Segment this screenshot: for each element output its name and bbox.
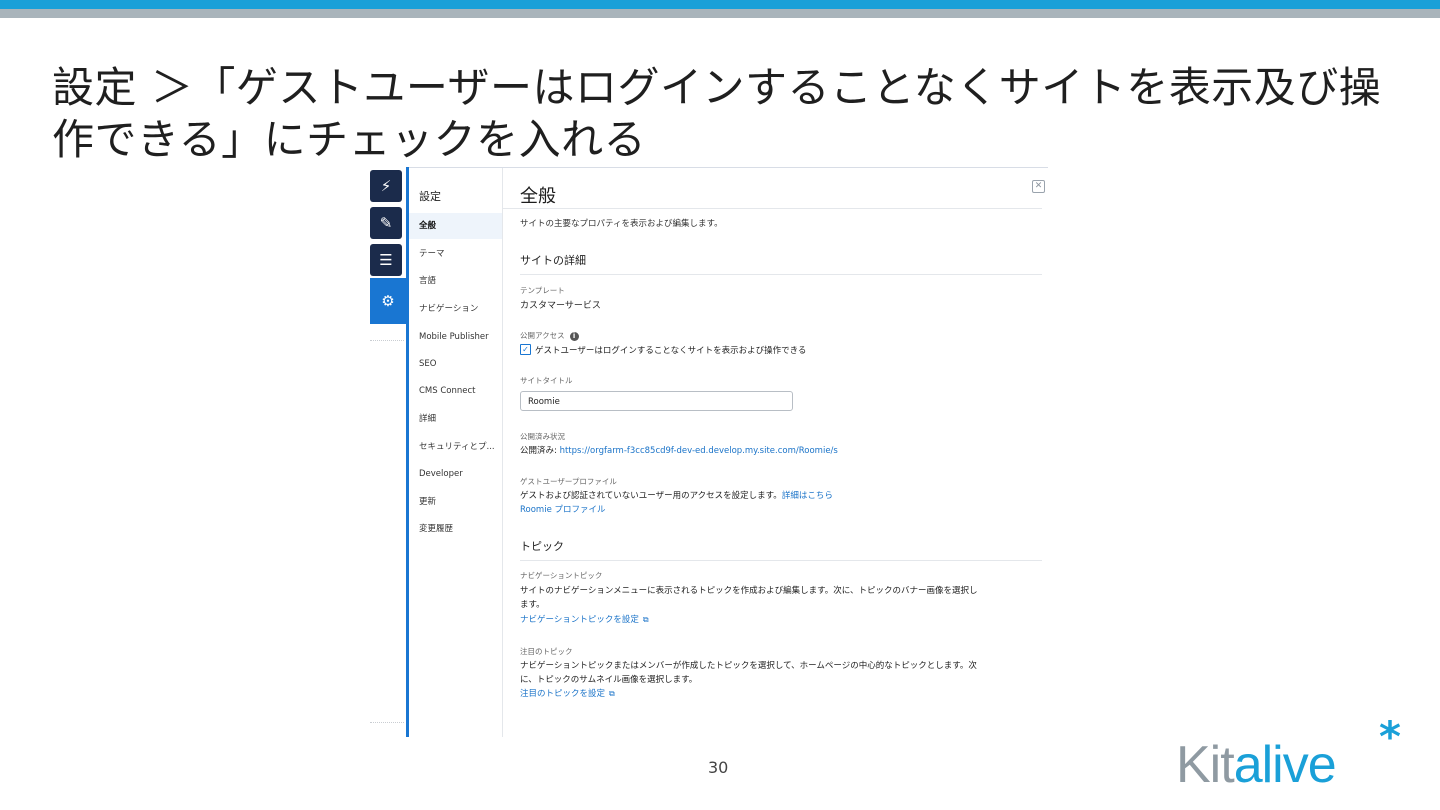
- guest-access-checkbox-label[interactable]: ゲストユーザーはログインすることなくサイトを表示および操作できる: [535, 344, 806, 356]
- nav-item-advanced[interactable]: 詳細: [409, 406, 502, 432]
- pages-icon[interactable]: ☰: [370, 244, 402, 276]
- template-value: カスタマーサービス: [520, 301, 601, 311]
- nav-item-language[interactable]: 言語: [409, 268, 502, 294]
- guest-profile-desc: ゲストおよび認証されていないユーザー用のアクセスを設定します。: [520, 491, 782, 501]
- nav-item-theme[interactable]: テーマ: [409, 241, 502, 267]
- logo-text-a: Kit: [1176, 736, 1235, 794]
- nav-item-updates[interactable]: 更新: [409, 489, 502, 515]
- slide-title: 設定 ＞「ゲストユーザーはログインすることなくサイトを表示及び操作できる」にチェ…: [52, 63, 1382, 164]
- template-label: テンプレート: [520, 286, 565, 295]
- topics-heading: トピック: [520, 540, 564, 553]
- nav-item-security[interactable]: セキュリティとプ...: [409, 434, 502, 460]
- nav-item-mobile-publisher[interactable]: Mobile Publisher: [409, 324, 502, 350]
- public-access-label-row: 公開アクセス i: [520, 330, 579, 341]
- content-title: 全般: [520, 186, 556, 207]
- top-secondary-bar: [0, 9, 1440, 18]
- settings-screenshot: ⚡ ✎ ☰ ⚙ 設定 全般 テーマ 言語 ナビゲーション Mobile Publ…: [368, 165, 1048, 737]
- external-link-icon: ⧉: [642, 615, 649, 624]
- general-settings-content: 全般 ✕ サイトの主要なプロパティを表示および編集します。 サイトの詳細 テンプ…: [502, 168, 1048, 737]
- rail-divider-bottom: [370, 722, 404, 723]
- guest-profile-desc-row: ゲストおよび認証されていないユーザー用のアクセスを設定します。詳細はこちら: [520, 489, 833, 501]
- nav-topics-desc-line1: サイトのナビゲーションメニューに表示されるトピックを作成および編集します。次に、…: [520, 586, 978, 596]
- close-icon[interactable]: ✕: [1032, 180, 1045, 193]
- topics-divider: [520, 560, 1042, 561]
- settings-nav: 設定 全般 テーマ 言語 ナビゲーション Mobile Publisher SE…: [409, 168, 503, 737]
- published-status-row: 公開済み: https://orgfarm-f3cc85cd9f-dev-ed.…: [520, 444, 838, 456]
- featured-topics-desc-line1: ナビゲーショントピックまたはメンバーが作成したトピックを選択して、ホームページの…: [520, 661, 977, 671]
- featured-topics-link[interactable]: 注目のトピックを設定: [520, 689, 605, 699]
- featured-topics-label: 注目のトピック: [520, 647, 573, 656]
- featured-topics-desc-line2: に、トピックのサムネイル画像を選択します。: [520, 675, 698, 685]
- published-url-link[interactable]: https://orgfarm-f3cc85cd9f-dev-ed.develo…: [560, 446, 838, 456]
- guest-profile-link[interactable]: Roomie プロファイル: [520, 503, 606, 515]
- kitalive-logo: Kitalive *: [1176, 716, 1426, 796]
- nav-topics-label: ナビゲーショントピック: [520, 571, 603, 580]
- top-accent-bar: [0, 0, 1440, 9]
- rail-divider: [370, 340, 404, 341]
- guest-profile-label: ゲストユーザープロファイル: [520, 477, 617, 486]
- general-description: サイトの主要なプロパティを表示および編集します。: [520, 219, 723, 229]
- logo-text-b: alive: [1233, 736, 1337, 794]
- nav-topics-link[interactable]: ナビゲーショントピックを設定: [520, 615, 639, 625]
- title-divider: [502, 208, 1042, 209]
- settings-nav-title: 設定: [419, 190, 441, 203]
- nav-item-seo[interactable]: SEO: [409, 351, 502, 377]
- builder-icon-rail: ⚡ ✎ ☰ ⚙: [368, 165, 408, 737]
- logo-wordmark: Kitalive: [1176, 736, 1337, 794]
- public-access-label: 公開アクセス: [520, 331, 565, 340]
- featured-topics-link-row[interactable]: 注目のトピックを設定 ⧉: [520, 687, 615, 699]
- nav-item-navigation[interactable]: ナビゲーション: [409, 296, 502, 322]
- published-prefix: 公開済み:: [520, 446, 560, 456]
- nav-item-history[interactable]: 変更履歴: [409, 516, 502, 542]
- lightning-icon[interactable]: ⚡: [370, 170, 402, 202]
- nav-item-developer[interactable]: Developer: [409, 461, 502, 487]
- site-details-divider: [520, 274, 1042, 275]
- site-details-heading: サイトの詳細: [520, 254, 586, 267]
- site-title-input[interactable]: Roomie: [520, 391, 793, 411]
- brush-icon[interactable]: ✎: [370, 207, 402, 239]
- external-link-icon: ⧉: [609, 689, 615, 698]
- nav-item-cms-connect[interactable]: CMS Connect: [409, 378, 502, 404]
- guest-access-checkbox[interactable]: ✓: [520, 344, 531, 355]
- learn-more-link[interactable]: 詳細はこちら: [782, 491, 833, 501]
- info-icon[interactable]: i: [569, 331, 579, 341]
- site-title-label: サイトタイトル: [520, 376, 573, 385]
- published-status-label: 公開済み状況: [520, 432, 565, 441]
- nav-item-general[interactable]: 全般: [409, 213, 502, 239]
- nav-topics-link-row[interactable]: ナビゲーショントピックを設定 ⧉: [520, 613, 649, 625]
- page-number: 30: [708, 758, 729, 777]
- gear-icon[interactable]: ⚙: [370, 278, 406, 324]
- nav-topics-desc-line2: ます。: [520, 600, 545, 610]
- asterisk-icon: *: [1379, 712, 1401, 761]
